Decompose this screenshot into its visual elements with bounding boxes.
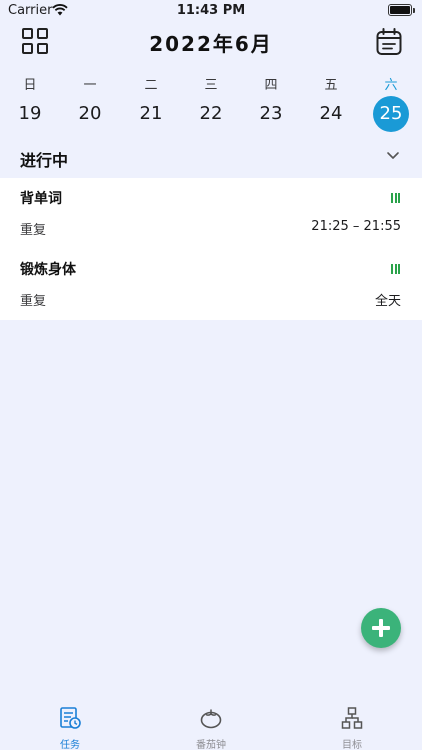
day-number: 21 (139, 103, 163, 124)
weekday-label: 二 (144, 78, 158, 93)
task-name: 背单词 (20, 191, 62, 207)
priority-bars-icon (391, 264, 400, 274)
weekday-label: 日 (23, 78, 37, 93)
day-number: 23 (259, 103, 283, 124)
weekday-label: 三 (204, 78, 218, 93)
tab-tasks[interactable]: 任务 (30, 706, 110, 750)
day-number: 25 (373, 96, 409, 132)
weekday-label: 一 (83, 78, 97, 93)
calendar-icon[interactable] (376, 28, 402, 56)
task-list-icon (60, 707, 81, 729)
task-time: 21:25 – 21:55 (311, 219, 401, 234)
priority-bars-icon (391, 193, 400, 203)
status-bar: Carrier 11:43 PM (0, 0, 422, 24)
chevron-down-icon[interactable] (386, 151, 400, 161)
day-sat-selected[interactable]: 六 25 (361, 70, 421, 134)
tab-goals[interactable]: 目标 (312, 706, 392, 750)
day-fri[interactable]: 五 24 (301, 70, 361, 134)
day-thu[interactable]: 四 23 (241, 70, 301, 134)
section-title: 进行中 (20, 151, 69, 170)
tab-label: 番茄钟 (196, 740, 226, 750)
day-tue[interactable]: 二 21 (121, 70, 181, 134)
task-list: 背单词 重复 21:25 – 21:55 锻炼身体 重复 全天 (0, 178, 422, 320)
task-item[interactable]: 锻炼身体 重复 全天 (0, 249, 422, 320)
day-number: 24 (319, 103, 343, 124)
day-number: 20 (78, 103, 102, 124)
day-mon[interactable]: 一 20 (60, 70, 120, 134)
tab-pomodoro[interactable]: 番茄钟 (171, 706, 251, 750)
task-time: 全天 (374, 294, 401, 309)
day-wed[interactable]: 三 22 (181, 70, 241, 134)
battery-icon (388, 4, 412, 16)
task-item[interactable]: 背单词 重复 21:25 – 21:55 (0, 178, 422, 249)
task-repeat: 重复 (20, 223, 47, 238)
task-name: 锻炼身体 (20, 262, 76, 278)
status-time: 11:43 PM (176, 3, 246, 18)
battery-tip (413, 8, 415, 13)
add-task-button[interactable] (361, 608, 401, 648)
task-repeat: 重复 (20, 294, 47, 309)
hierarchy-icon (341, 707, 363, 729)
week-strip: 日 19 一 20 二 21 三 22 四 23 五 24 六 25 (0, 70, 422, 134)
weekday-label: 四 (264, 78, 278, 93)
weekday-label: 五 (324, 78, 338, 93)
tab-label: 任务 (60, 740, 80, 750)
weekday-label: 六 (384, 78, 398, 93)
tab-bar: 任务 番茄钟 目标 (0, 700, 422, 750)
tab-label: 目标 (342, 740, 362, 750)
month-title[interactable]: 2022年6月 (0, 28, 422, 57)
header: 2022年6月 (0, 24, 422, 64)
tomato-icon (200, 709, 222, 729)
section-in-progress[interactable]: 进行中 (0, 138, 422, 178)
day-number: 19 (18, 103, 42, 124)
day-number: 22 (199, 103, 223, 124)
day-sun[interactable]: 日 19 (0, 70, 60, 134)
